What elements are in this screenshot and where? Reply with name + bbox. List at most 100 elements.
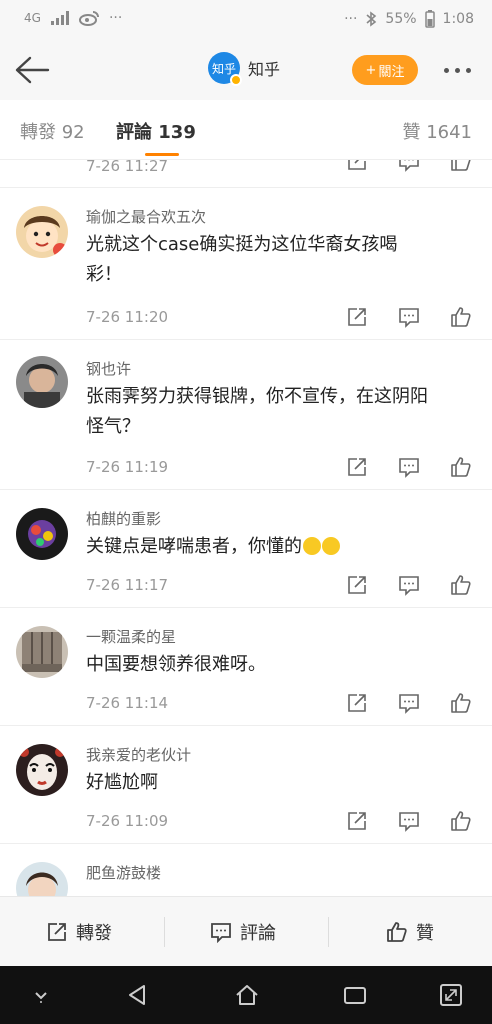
list-item: 7-26 11:27: [0, 160, 492, 188]
active-tab-indicator: [145, 153, 179, 156]
zhihu-logo: 知乎: [208, 52, 242, 86]
comment-text: 中国要想领养很难呀。: [86, 650, 456, 680]
comment-icon[interactable]: [398, 160, 420, 172]
repost-icon: [48, 923, 66, 941]
repost-button[interactable]: 轉發: [46, 919, 112, 945]
comment-time: 7-26 11:20: [86, 308, 169, 326]
comment-time: 7-26 11:14: [86, 694, 169, 712]
home-icon[interactable]: [234, 982, 260, 1008]
follow-button[interactable]: + 關注: [352, 55, 418, 85]
tab-bar: 轉發 92 評論 139 贊 1641: [0, 100, 492, 160]
back-nav-icon[interactable]: [124, 982, 150, 1008]
comment-text-line: 张雨霁努力获得银牌，你不宣传，在这阴阳: [86, 386, 428, 407]
like-label: 贊: [416, 923, 434, 944]
avatar[interactable]: [16, 626, 68, 678]
status-bar: 4G ··· ··· 55% 1:08: [0, 0, 492, 40]
comment-text: 好尴尬啊: [86, 768, 456, 798]
repost-label: 轉發: [76, 923, 112, 944]
overflow-dots: ···: [108, 10, 123, 26]
avatar[interactable]: [16, 862, 68, 896]
like-icon: [387, 922, 407, 942]
hide-keyboard-icon[interactable]: [28, 982, 54, 1008]
list-item: 肥鱼游鼓楼: [0, 844, 492, 896]
weibo-icon: [78, 11, 99, 26]
comment-time: 7-26 11:17: [86, 576, 169, 594]
list-item: 钢也许 张雨霁努力获得银牌，你不宣传，在这阴阳 怪气？ 7-26 11:19: [0, 340, 492, 490]
back-arrow-icon: [15, 56, 50, 84]
comment-actions: [346, 306, 472, 328]
comment-username[interactable]: 柏麒的重影: [86, 508, 161, 529]
avatar[interactable]: [16, 744, 68, 796]
plus-icon: +: [365, 62, 377, 78]
comment-icon: [211, 923, 231, 943]
laugh-cry-emoji-icon: [322, 537, 340, 555]
tab-likes[interactable]: 贊 1641: [402, 118, 472, 144]
comment-text: 关键点是哮喘患者，你懂的: [86, 532, 456, 562]
repost-icon[interactable]: [346, 810, 368, 832]
comment-time: 7-26 11:09: [86, 812, 169, 830]
comment-icon[interactable]: [398, 306, 420, 328]
like-icon[interactable]: [450, 574, 472, 596]
list-item: 瑜伽之最合欢五次 光就这个case确实挺为这位华裔女孩喝 彩！ 7-26 11:…: [0, 188, 492, 340]
avatar[interactable]: [16, 508, 68, 560]
repost-icon[interactable]: [346, 456, 368, 478]
more-options-icon[interactable]: [444, 62, 480, 78]
repost-icon[interactable]: [346, 306, 368, 328]
comment-text: 光就这个case确实挺为这位华裔女孩喝 彩！: [86, 230, 456, 290]
repost-icon[interactable]: [346, 692, 368, 714]
like-icon[interactable]: [450, 160, 472, 172]
network-label: 4G: [24, 11, 41, 25]
comment-button[interactable]: 評論: [210, 919, 276, 945]
comment-username[interactable]: 瑜伽之最合欢五次: [86, 206, 206, 227]
comment-icon[interactable]: [398, 692, 420, 714]
battery-percent: 55%: [385, 11, 417, 27]
repost-icon[interactable]: [346, 574, 368, 596]
clock: 1:08: [442, 11, 474, 27]
comment-time: 7-26 11:19: [86, 458, 169, 476]
divider: [328, 917, 329, 947]
comment-icon[interactable]: [398, 574, 420, 596]
comment-icon[interactable]: [398, 456, 420, 478]
like-icon[interactable]: [450, 306, 472, 328]
comment-actions: [346, 160, 472, 172]
comment-text-line: 中国要想领养很难呀。: [86, 654, 266, 675]
repost-icon[interactable]: [346, 160, 368, 172]
recent-apps-icon[interactable]: [342, 982, 368, 1008]
comment-label: 評論: [240, 923, 276, 944]
tab-comments[interactable]: 評論 139: [116, 118, 196, 144]
like-icon[interactable]: [450, 810, 472, 832]
bottom-action-bar: 轉發 評論 贊: [0, 896, 492, 966]
list-item: 一颗温柔的星 中国要想领养很难呀。 7-26 11:14: [0, 608, 492, 726]
verified-badge-icon: [230, 74, 242, 86]
comment-actions: [346, 810, 472, 832]
comment-text-line: 光就这个case确实挺为这位华裔女孩喝: [86, 234, 398, 255]
like-icon[interactable]: [450, 456, 472, 478]
back-button[interactable]: [12, 52, 52, 88]
comment-username[interactable]: 我亲爱的老伙计: [86, 744, 191, 765]
battery-icon: [424, 10, 435, 28]
comment-username[interactable]: 肥鱼游鼓楼: [86, 862, 161, 883]
expand-icon[interactable]: [438, 982, 464, 1008]
avatar[interactable]: [16, 206, 68, 258]
comment-username[interactable]: 钢也许: [86, 358, 131, 379]
comment-actions: [346, 574, 472, 596]
like-button[interactable]: 贊: [386, 919, 434, 945]
divider: [164, 917, 165, 947]
comment-text-line: 怪气？: [86, 416, 140, 437]
list-item: 柏麒的重影 关键点是哮喘患者，你懂的 7-26 11:17: [0, 490, 492, 608]
comment-time: 7-26 11:27: [86, 160, 169, 175]
comment-list[interactable]: 7-26 11:27 瑜伽之最合欢五次 光就这个case确实挺为这位华裔女孩喝 …: [0, 160, 492, 896]
comment-username[interactable]: 一颗温柔的星: [86, 626, 176, 647]
comment-actions: [346, 456, 472, 478]
account-name: 知乎: [248, 60, 281, 79]
like-icon[interactable]: [450, 692, 472, 714]
comment-actions: [346, 692, 472, 714]
comment-text-line: 好尴尬啊: [86, 772, 158, 793]
avatar[interactable]: [16, 356, 68, 408]
account-header[interactable]: 知乎 知乎: [208, 52, 281, 86]
tab-reposts[interactable]: 轉發 92: [20, 118, 85, 144]
list-item: 我亲爱的老伙计 好尴尬啊 7-26 11:09: [0, 726, 492, 844]
system-navigation-bar: [0, 966, 492, 1024]
overflow-dots-right: ···: [344, 11, 358, 27]
comment-icon[interactable]: [398, 810, 420, 832]
